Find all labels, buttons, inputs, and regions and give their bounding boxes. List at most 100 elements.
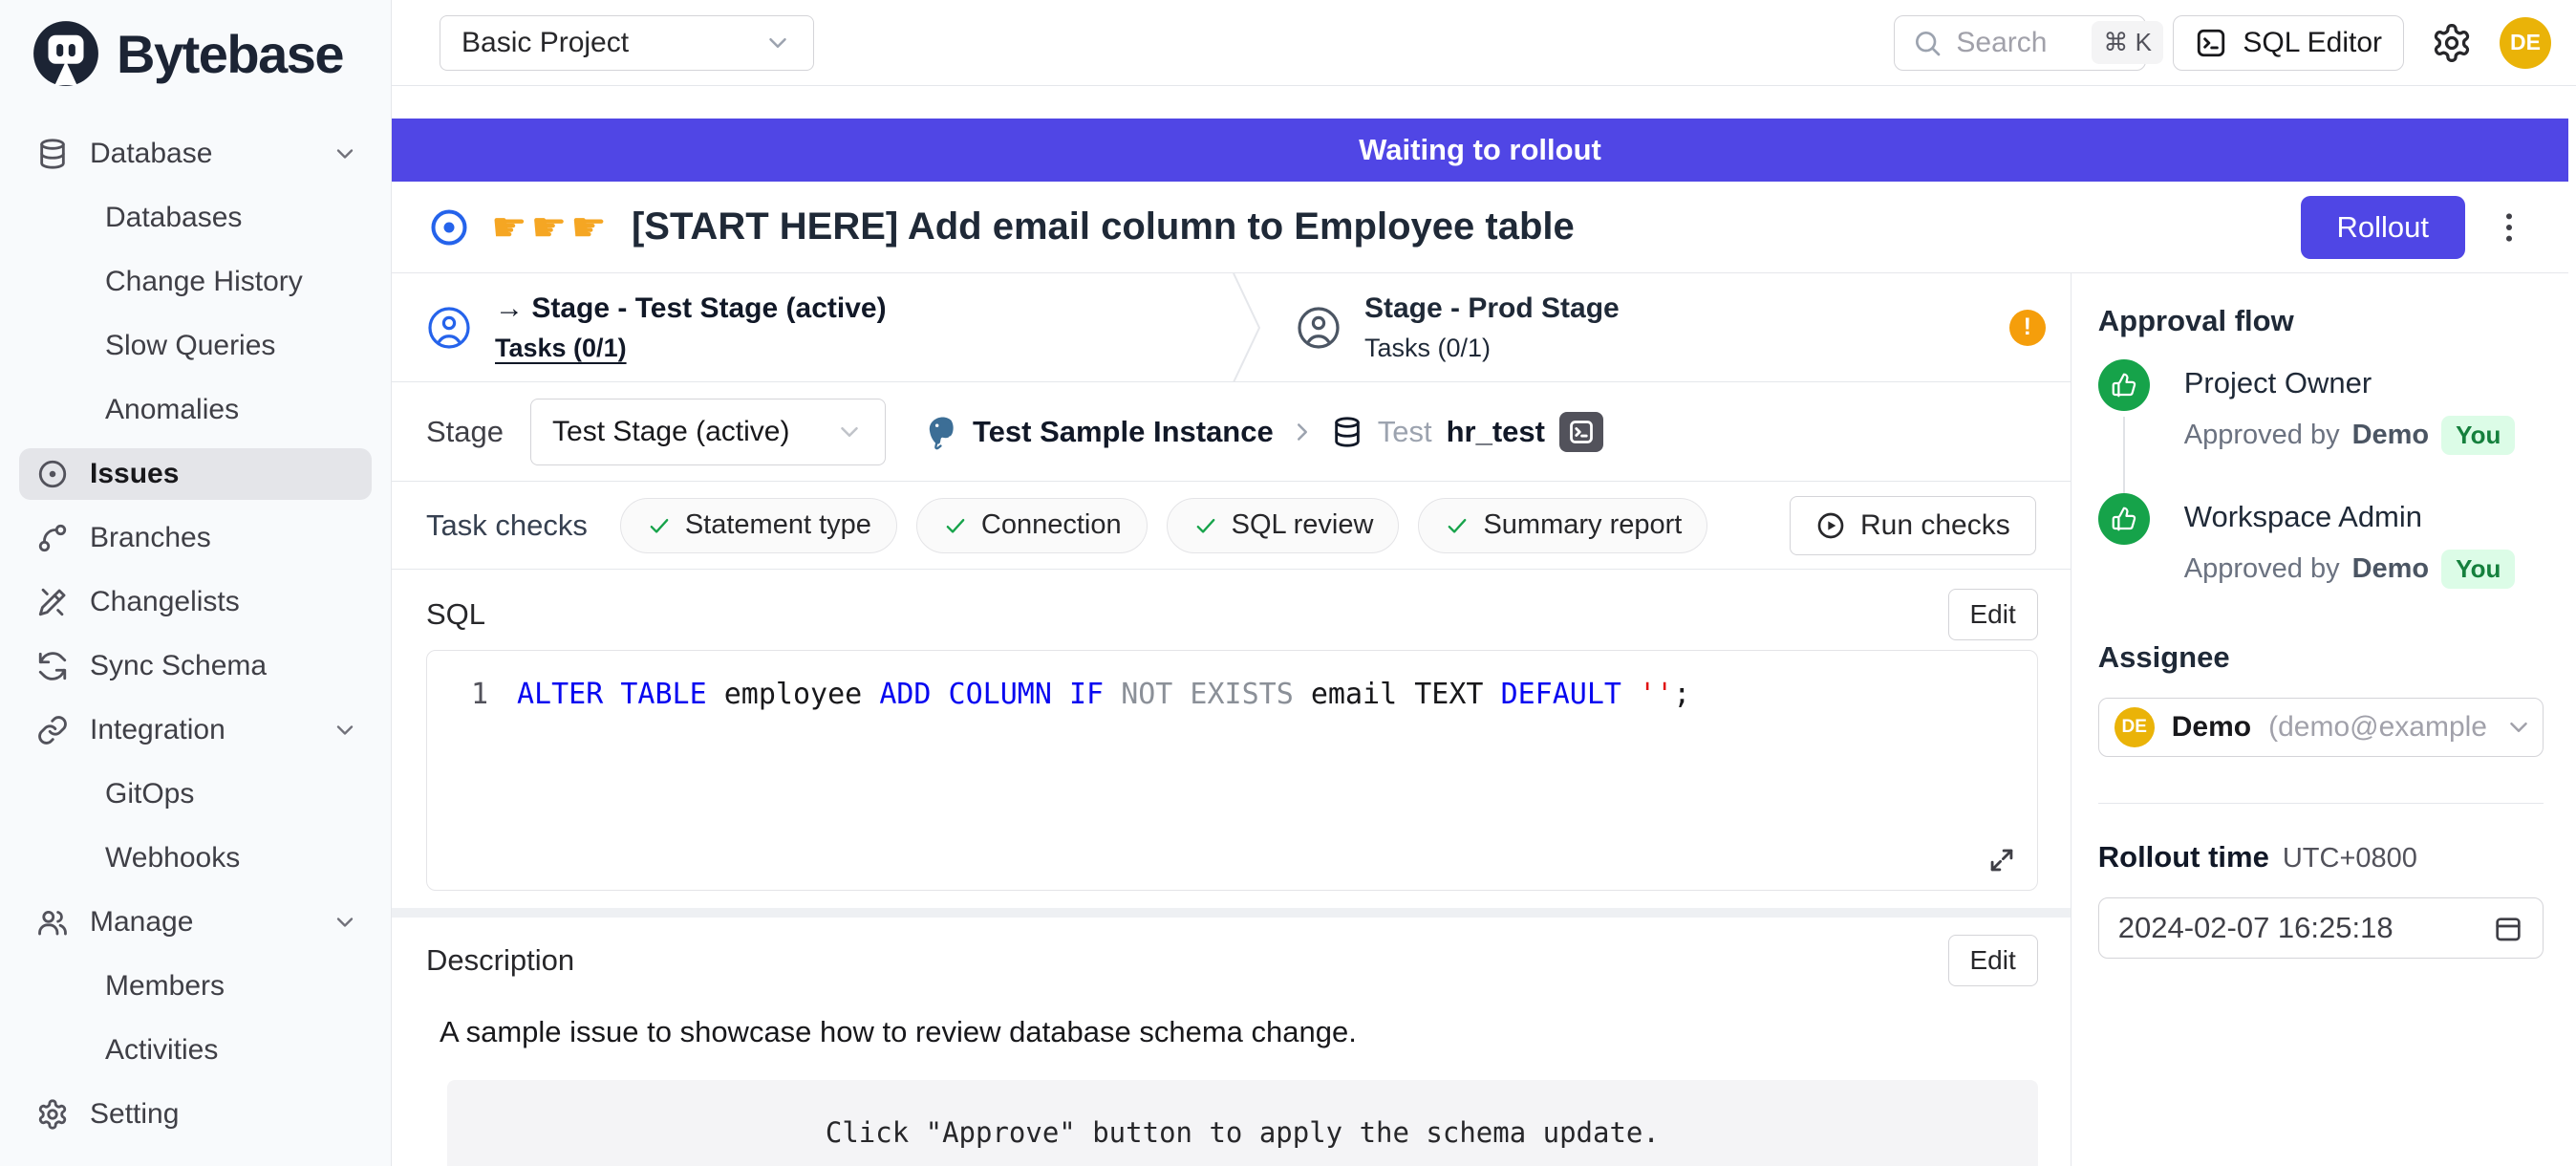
sql-editor[interactable]: 1 ALTER TABLE employee ADD COLUMN IF NOT…	[426, 650, 2038, 891]
stage-card-test[interactable]: → Stage - Test Stage (active) Tasks (0/1)	[392, 292, 1233, 363]
chevron-down-icon	[2504, 713, 2533, 742]
sql-edit-button[interactable]: Edit	[1948, 589, 2038, 640]
person-circle-icon	[1296, 305, 1342, 351]
gear-icon	[2431, 22, 2473, 64]
sidebar-item-label: Sync Schema	[90, 650, 267, 682]
database-name[interactable]: hr_test	[1447, 415, 1545, 449]
user-avatar[interactable]: DE	[2500, 17, 2551, 69]
more-options-button[interactable]	[2486, 205, 2532, 250]
sql-statement: ALTER TABLE employee ADD COLUMN IF NOT E…	[517, 678, 1690, 711]
settings-button[interactable]	[2431, 22, 2473, 64]
expand-editor-button[interactable]	[1986, 844, 2018, 876]
sidebar-item-manage[interactable]: Manage	[19, 896, 372, 948]
pointing-hand-emoji: ☛☛☛	[491, 204, 611, 250]
expand-icon	[1986, 844, 2018, 876]
check-icon	[1192, 512, 1219, 539]
stage-select[interactable]: Test Stage (active)	[530, 399, 886, 465]
status-banner: Waiting to rollout	[392, 119, 2568, 182]
sidebar-item-slow-queries[interactable]: Slow Queries	[19, 320, 372, 372]
rollout-time-input[interactable]: 2024-02-07 16:25:18	[2098, 897, 2544, 959]
sql-section-title: SQL	[426, 597, 485, 632]
sidebar-item-database[interactable]: Database	[19, 128, 372, 180]
rollout-time-title: Rollout time	[2098, 840, 2269, 874]
project-selector[interactable]: Basic Project	[440, 15, 814, 71]
integration-icon	[36, 714, 69, 746]
task-check-label: Summary report	[1483, 509, 1682, 541]
manage-icon	[36, 906, 69, 939]
sidebar-item-sync-schema[interactable]: Sync Schema	[19, 640, 372, 692]
changelist-icon	[36, 586, 69, 618]
sidebar-item-label: Change History	[105, 266, 303, 298]
sql-editor-label: SQL Editor	[2243, 27, 2382, 59]
play-circle-icon	[1815, 510, 1846, 541]
sidebar-item-label: Activities	[105, 1034, 218, 1067]
thumbs-up-icon	[2098, 359, 2150, 411]
stage-separator	[1233, 273, 1261, 382]
stage-select-value: Test Stage (active)	[552, 416, 789, 448]
active-stage-arrow: →	[495, 292, 531, 324]
run-checks-label: Run checks	[1860, 509, 2010, 542]
sidebar-item-change-history[interactable]: Change History	[19, 256, 372, 308]
description-edit-button[interactable]: Edit	[1948, 935, 2038, 986]
description-title: Description	[426, 943, 574, 978]
logo[interactable]: Bytebase	[19, 0, 372, 107]
stage-tasks[interactable]: Tasks (0/1)	[495, 334, 887, 363]
sidebar-item-anomalies[interactable]: Anomalies	[19, 384, 372, 436]
task-check-sql-review[interactable]: SQL review	[1167, 498, 1400, 553]
search-icon	[1912, 28, 1943, 58]
setting-icon	[36, 1098, 69, 1131]
stage-name[interactable]: Stage - Test Stage (active)	[531, 292, 886, 324]
approved-by-text: Approved by	[2184, 420, 2340, 451]
approval-steps: Project OwnerApproved byDemoYouWorkspace…	[2098, 359, 2544, 627]
warning-badge: !	[2009, 310, 2046, 346]
assignee-title: Assignee	[2098, 640, 2544, 675]
stage-name[interactable]: Stage - Prod Stage	[1364, 292, 1620, 325]
sidebar-item-setting[interactable]: Setting	[19, 1089, 372, 1140]
sidebar-item-databases[interactable]: Databases	[19, 192, 372, 244]
kebab-icon	[2490, 208, 2528, 247]
rollout-button[interactable]: Rollout	[2301, 196, 2466, 259]
sidebar-item-label: Manage	[90, 906, 193, 939]
stage-selector-row: Stage Test Stage (active) Test Sample In…	[392, 382, 2071, 482]
assignee-avatar: DE	[2114, 707, 2155, 747]
sidebar-item-changelists[interactable]: Changelists	[19, 576, 372, 628]
sidebar-item-integration[interactable]: Integration	[19, 704, 372, 756]
sidebar-item-gitops[interactable]: GitOps	[19, 768, 372, 820]
task-check-statement-type[interactable]: Statement type	[620, 498, 897, 553]
main-area: Basic Project ⌘ K SQL Editor DE	[392, 0, 2576, 1166]
sidebar-item-label: Anomalies	[105, 394, 239, 426]
database-breadcrumb: Test Sample Instance Test hr_test	[922, 412, 1603, 452]
sidebar-item-webhooks[interactable]: Webhooks	[19, 832, 372, 884]
task-check-pills: Statement type Connection SQL review Summar…	[620, 498, 1707, 553]
task-check-connection[interactable]: Connection	[916, 498, 1148, 553]
sidebar-item-members[interactable]: Members	[19, 961, 372, 1012]
description-text: A sample issue to showcase how to review…	[440, 1015, 2038, 1049]
you-badge: You	[2441, 416, 2515, 455]
stage-tasks[interactable]: Tasks (0/1)	[1364, 334, 1620, 363]
app-root: Bytebase Database Databases Change History…	[0, 0, 2576, 1166]
sidebar-item-activities[interactable]: Activities	[19, 1025, 372, 1076]
chevron-down-icon	[332, 717, 358, 744]
sidebar-item-branches[interactable]: Branches	[19, 512, 372, 564]
issue-main: → Stage - Test Stage (active) Tasks (0/1)…	[392, 273, 2071, 1166]
search-input[interactable]	[1956, 27, 2078, 59]
run-checks-button[interactable]: Run checks	[1790, 496, 2036, 555]
approver-name: Demo	[2352, 420, 2430, 451]
thumbs-up-icon	[2098, 493, 2150, 545]
search-box[interactable]: ⌘ K	[1894, 15, 2146, 71]
stage-card-prod[interactable]: Stage - Prod Stage Tasks (0/1)!	[1261, 292, 2071, 363]
sidebar-nav: Database Databases Change History Slow Quer…	[19, 107, 372, 1140]
sql-editor-button[interactable]: SQL Editor	[2173, 15, 2404, 71]
assignee-email: (demo@example	[2268, 711, 2487, 744]
sidebar-item-issues[interactable]: Issues	[19, 448, 372, 500]
assignee-select[interactable]: DE Demo (demo@example	[2098, 698, 2544, 757]
terminal-icon	[2195, 27, 2227, 59]
rollout-time-section: Rollout time UTC+0800 2024-02-07 16:25:1…	[2098, 803, 2544, 959]
instance-name[interactable]: Test Sample Instance	[973, 415, 1274, 449]
task-check-summary-report[interactable]: Summary report	[1418, 498, 1707, 553]
sidebar-item-label: Setting	[90, 1098, 179, 1131]
approver-name: Demo	[2352, 553, 2430, 585]
approval-step-project-owner: Project OwnerApproved byDemoYou	[2098, 359, 2544, 493]
sidebar-item-label: Members	[105, 970, 225, 1003]
open-in-sql-editor-button[interactable]	[1559, 412, 1603, 452]
